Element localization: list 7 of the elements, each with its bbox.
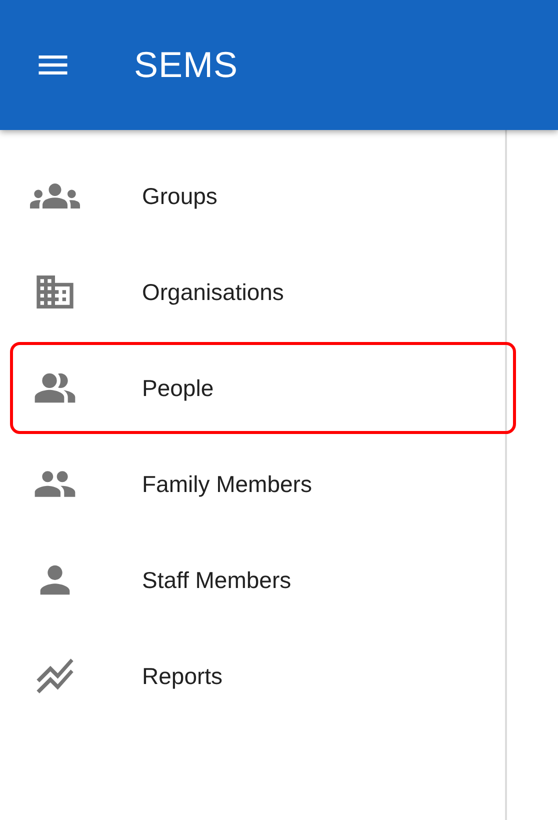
highlighted-sidebar-item[interactable]: People: [10, 342, 516, 434]
sidebar-item[interactable]: Family Members: [10, 438, 516, 530]
sidebar-item[interactable]: Organisations: [10, 246, 516, 338]
sidebar-item[interactable]: Groups: [10, 150, 516, 242]
sidebar-item[interactable]: Staff Members: [10, 534, 516, 626]
sidebar-item[interactable]: Reports: [10, 630, 516, 722]
app-title: SEMS: [134, 44, 238, 86]
